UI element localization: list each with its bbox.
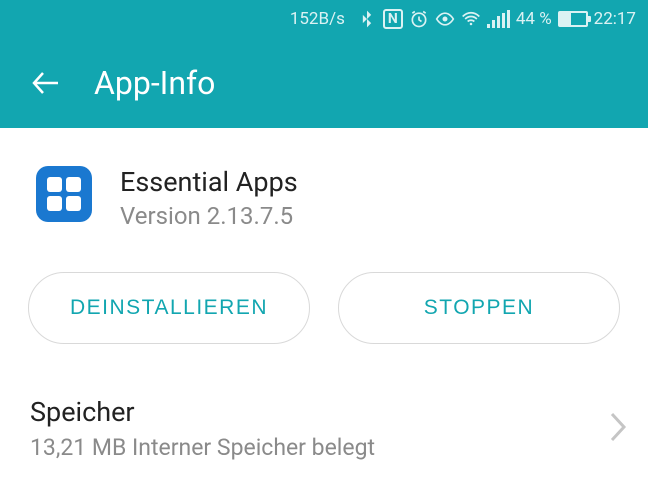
page-title: App-Info: [94, 64, 215, 102]
nfc-icon: N: [383, 9, 403, 29]
app-text: Essential Apps Version 2.13.7.5: [120, 166, 298, 230]
storage-title: Speicher: [30, 396, 375, 428]
clock: 22:17: [594, 9, 636, 29]
stop-button[interactable]: STOPPEN: [338, 272, 620, 344]
arrow-left-icon: [28, 65, 64, 101]
app-version: Version 2.13.7.5: [120, 202, 298, 230]
grid-icon: [47, 177, 81, 211]
storage-item[interactable]: Speicher 13,21 MB Interner Speicher bele…: [0, 370, 648, 461]
wifi-icon: [461, 9, 481, 29]
battery-icon: [558, 11, 588, 27]
alarm-icon: [409, 9, 429, 29]
app-icon: [36, 166, 92, 222]
app-info-row: Essential Apps Version 2.13.7.5: [0, 128, 648, 260]
storage-text: Speicher 13,21 MB Interner Speicher bele…: [30, 396, 375, 461]
bluetooth-icon: [357, 9, 377, 29]
signal-icon: [487, 10, 510, 28]
status-bar: 152B/s N 44 % 22:17: [0, 0, 648, 38]
network-speed: 152B/s: [290, 9, 345, 29]
eye-protection-icon: [435, 9, 455, 29]
action-buttons: DEINSTALLIEREN STOPPEN: [0, 260, 648, 370]
back-button[interactable]: [28, 65, 64, 101]
storage-subtitle: 13,21 MB Interner Speicher belegt: [30, 434, 375, 461]
status-icons: N 44 % 22:17: [357, 9, 636, 29]
uninstall-button[interactable]: DEINSTALLIEREN: [28, 272, 310, 344]
battery-percent: 44 %: [516, 9, 552, 29]
app-name: Essential Apps: [120, 166, 298, 198]
app-bar: App-Info: [0, 38, 648, 128]
chevron-right-icon: [608, 410, 628, 448]
